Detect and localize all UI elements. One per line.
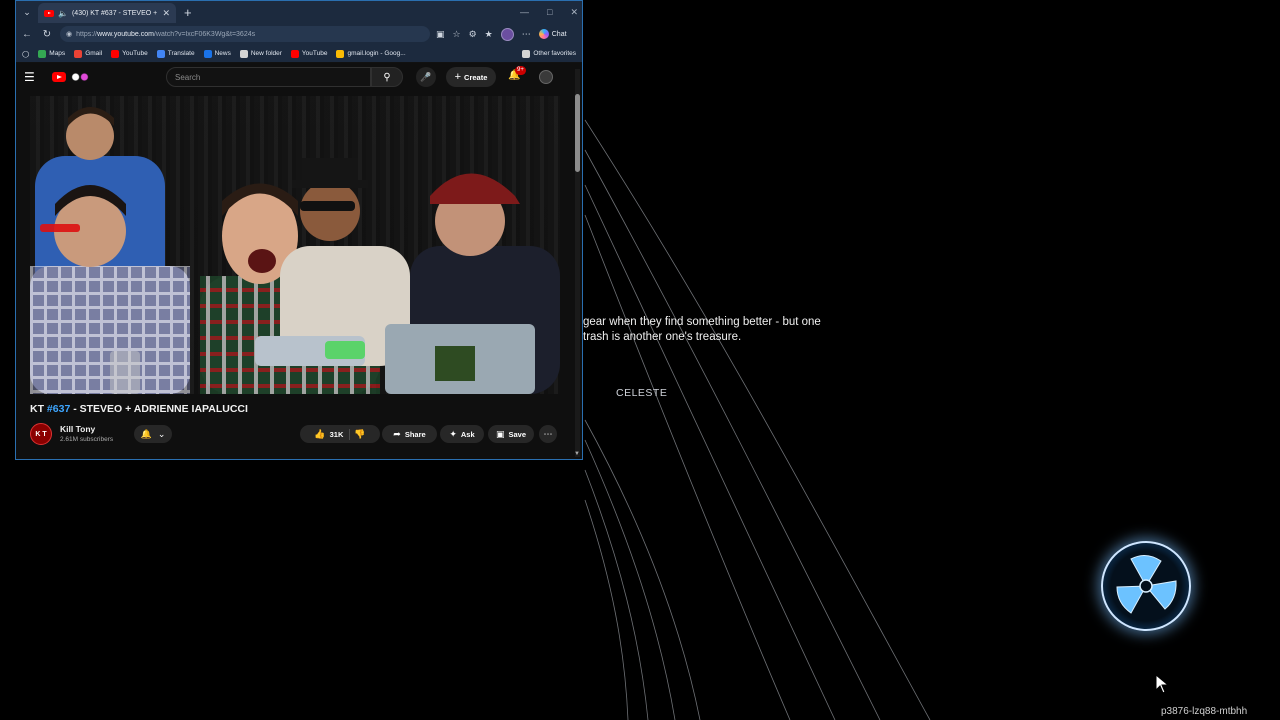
minimize-icon[interactable]: — [520, 7, 529, 17]
bookmarks-bar-toggle-icon[interactable]: ◯ [22, 50, 29, 58]
bookmark-gmail-login[interactable]: gmail.login - Goog... [336, 49, 406, 58]
youtube-masthead: ☰ Search ⚲ 🎤 + Create 🔔 9+ [16, 63, 582, 91]
new-tab-plus-icon[interactable]: + [184, 5, 192, 20]
other-favorites[interactable]: Other favorites [522, 49, 576, 58]
youtube-doodle-icon[interactable] [69, 71, 91, 83]
bookmarks-bar: ◯ Maps Gmail YouTube Translate News New … [16, 45, 582, 63]
channel-name[interactable]: Kill Tony [60, 424, 95, 434]
sparkle-icon: ✦ [449, 428, 457, 439]
bell-icon: 🔔 [140, 428, 152, 439]
like-button[interactable]: 👍 31K [314, 428, 351, 440]
tab-title: (430) KT #637 - STEVEO + AD [71, 9, 158, 17]
video-hashtag-link[interactable]: #637 [47, 403, 70, 415]
save-button[interactable]: ▣ Save [488, 425, 534, 443]
browser-tab-active[interactable]: 🔈 (430) KT #637 - STEVEO + AD ✕ [38, 3, 176, 23]
bookmark-gmail[interactable]: Gmail [74, 49, 102, 58]
youtube-icon [111, 49, 120, 58]
desktop-caption-text: gear when they find something better - b… [583, 316, 821, 343]
create-button[interactable]: + Create [446, 67, 496, 87]
celeste-label: CELESTE [616, 387, 668, 399]
microphone-icon: 🎤 [420, 71, 432, 82]
bookmark-youtube[interactable]: YouTube [111, 49, 148, 58]
voice-search-button[interactable]: 🎤 [416, 67, 436, 87]
subscriber-count: 2.61M subscribers [60, 436, 114, 443]
fan-icon [1116, 555, 1177, 614]
search-button[interactable]: ⚲ [371, 67, 403, 87]
bookmark-youtube-2[interactable]: YouTube [290, 49, 327, 58]
lock-icon: ◉ [66, 31, 73, 38]
scroll-down-arrow-icon[interactable]: ▼ [574, 451, 580, 457]
bookmark-new-folder[interactable]: New folder [239, 49, 282, 58]
search-input[interactable]: Search [166, 67, 371, 87]
search-icon: ⚲ [383, 71, 391, 83]
bookmark-news[interactable]: News [203, 49, 231, 58]
extension-icon[interactable]: ⚙ [469, 29, 477, 40]
video-frame-people [30, 107, 560, 394]
tab-actions-chevron-icon[interactable]: ⌄ [16, 1, 38, 23]
refresh-icon[interactable]: ↻ [40, 29, 54, 40]
browser-window: ⌄ 🔈 (430) KT #637 - STEVEO + AD ✕ + — □ … [15, 0, 583, 460]
folder-icon [522, 49, 531, 58]
like-dislike-group: 👍 31K 👎 [300, 425, 380, 443]
reader-view-icon[interactable]: ▣ [436, 29, 445, 40]
plus-icon: + [454, 71, 462, 83]
youtube-icon [290, 49, 299, 58]
more-actions-button[interactable]: ⋯ [539, 425, 557, 443]
address-bar-row: ← ↻ ◉ https://www.youtube.com/watch?v=lx… [16, 23, 582, 45]
speaker-icon[interactable]: 🔈 [58, 9, 68, 18]
tab-close-icon[interactable]: ✕ [162, 8, 170, 19]
favorite-star-icon[interactable]: ☆ [453, 29, 461, 40]
subscription-bell-button[interactable]: 🔔 ⌄ [134, 425, 172, 443]
channel-avatar[interactable]: K T [30, 423, 52, 445]
fan-widget[interactable] [1101, 541, 1191, 631]
favorites-icon[interactable]: ★ [485, 29, 493, 40]
mouse-cursor-icon [1155, 674, 1169, 694]
page-scrollbar-thumb[interactable] [575, 93, 580, 172]
profile-avatar[interactable] [500, 27, 514, 41]
google-icon [74, 49, 83, 58]
copilot-icon [538, 29, 549, 39]
video-player[interactable] [30, 96, 560, 394]
ask-button[interactable]: ✦ Ask [440, 425, 484, 443]
translate-icon [156, 49, 165, 58]
dislike-button[interactable]: 👎 [354, 429, 365, 440]
watermark-id: p3876-lzq88-mtbhh [1161, 706, 1248, 717]
browser-titlebar: ⌄ 🔈 (430) KT #637 - STEVEO + AD ✕ + — □ … [16, 1, 582, 23]
folder-icon [239, 49, 248, 58]
share-arrow-icon: ➦ [393, 428, 401, 439]
video-title: KT #637 - STEVEO + ADRIENNE IAPALUCCI [30, 403, 248, 415]
maximize-icon[interactable]: □ [547, 7, 552, 17]
thumbs-up-icon: 👍 [314, 428, 326, 439]
bookmark-icon: ▣ [495, 428, 505, 439]
notification-badge: 9+ [515, 66, 526, 75]
bookmark-maps[interactable]: Maps [38, 49, 65, 58]
maps-icon [38, 49, 47, 58]
close-window-icon[interactable]: ✕ [570, 7, 578, 18]
share-button[interactable]: ➦ Share [382, 425, 437, 443]
youtube-logo-icon[interactable] [52, 72, 66, 82]
account-avatar[interactable] [539, 70, 553, 84]
url-text: https://www.youtube.com/watch?v=lxcF06K3… [76, 30, 256, 38]
bookmark-translate[interactable]: Translate [156, 49, 195, 58]
chevron-down-icon: ⌄ [157, 428, 166, 439]
menu-hamburger-icon[interactable]: ☰ [24, 70, 40, 84]
news-icon [203, 49, 212, 58]
more-menu-icon[interactable]: ⋯ [522, 29, 531, 40]
more-horizontal-icon: ⋯ [543, 428, 553, 439]
youtube-favicon-icon [44, 9, 54, 17]
back-arrow-icon[interactable]: ← [20, 29, 34, 40]
google-icon [336, 49, 345, 58]
url-field[interactable]: ◉ https://www.youtube.com/watch?v=lxcF06… [60, 26, 430, 42]
copilot-chat-button[interactable]: Chat [538, 29, 567, 39]
